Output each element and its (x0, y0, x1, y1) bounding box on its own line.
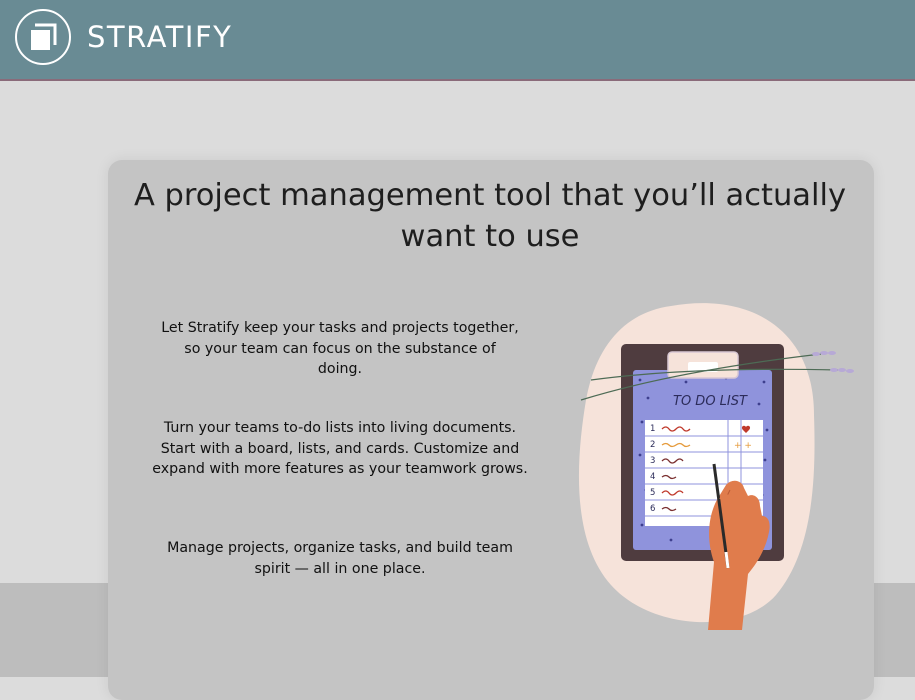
row-number-2: 2 (650, 440, 655, 450)
stratify-logo-icon[interactable] (15, 9, 71, 65)
row-number-4: 4 (650, 472, 655, 482)
row-number-3: 3 (650, 456, 655, 466)
svg-text:+ +: + + (734, 441, 752, 451)
row-number-6: 6 (650, 504, 655, 514)
todo-list-heading: TO DO LIST (673, 394, 748, 409)
hero-paragraph-2: Turn your teams to-do lists into living … (152, 420, 528, 477)
hero-paragraph-1: Let Stratify keep your tasks and project… (161, 320, 519, 377)
top-header: STRATIFY (0, 0, 915, 81)
todo-clipboard-illustration: TO DO LIST 1 2 3 4 5 6 + + (576, 300, 858, 630)
brand-name[interactable]: STRATIFY (87, 20, 232, 54)
row-number-5: 5 (650, 488, 655, 498)
hero-paragraph-3: Manage projects, organize tasks, and bui… (167, 540, 513, 577)
row-number-1: 1 (650, 424, 655, 434)
hero-title: A project management tool that you’ll ac… (133, 178, 846, 254)
